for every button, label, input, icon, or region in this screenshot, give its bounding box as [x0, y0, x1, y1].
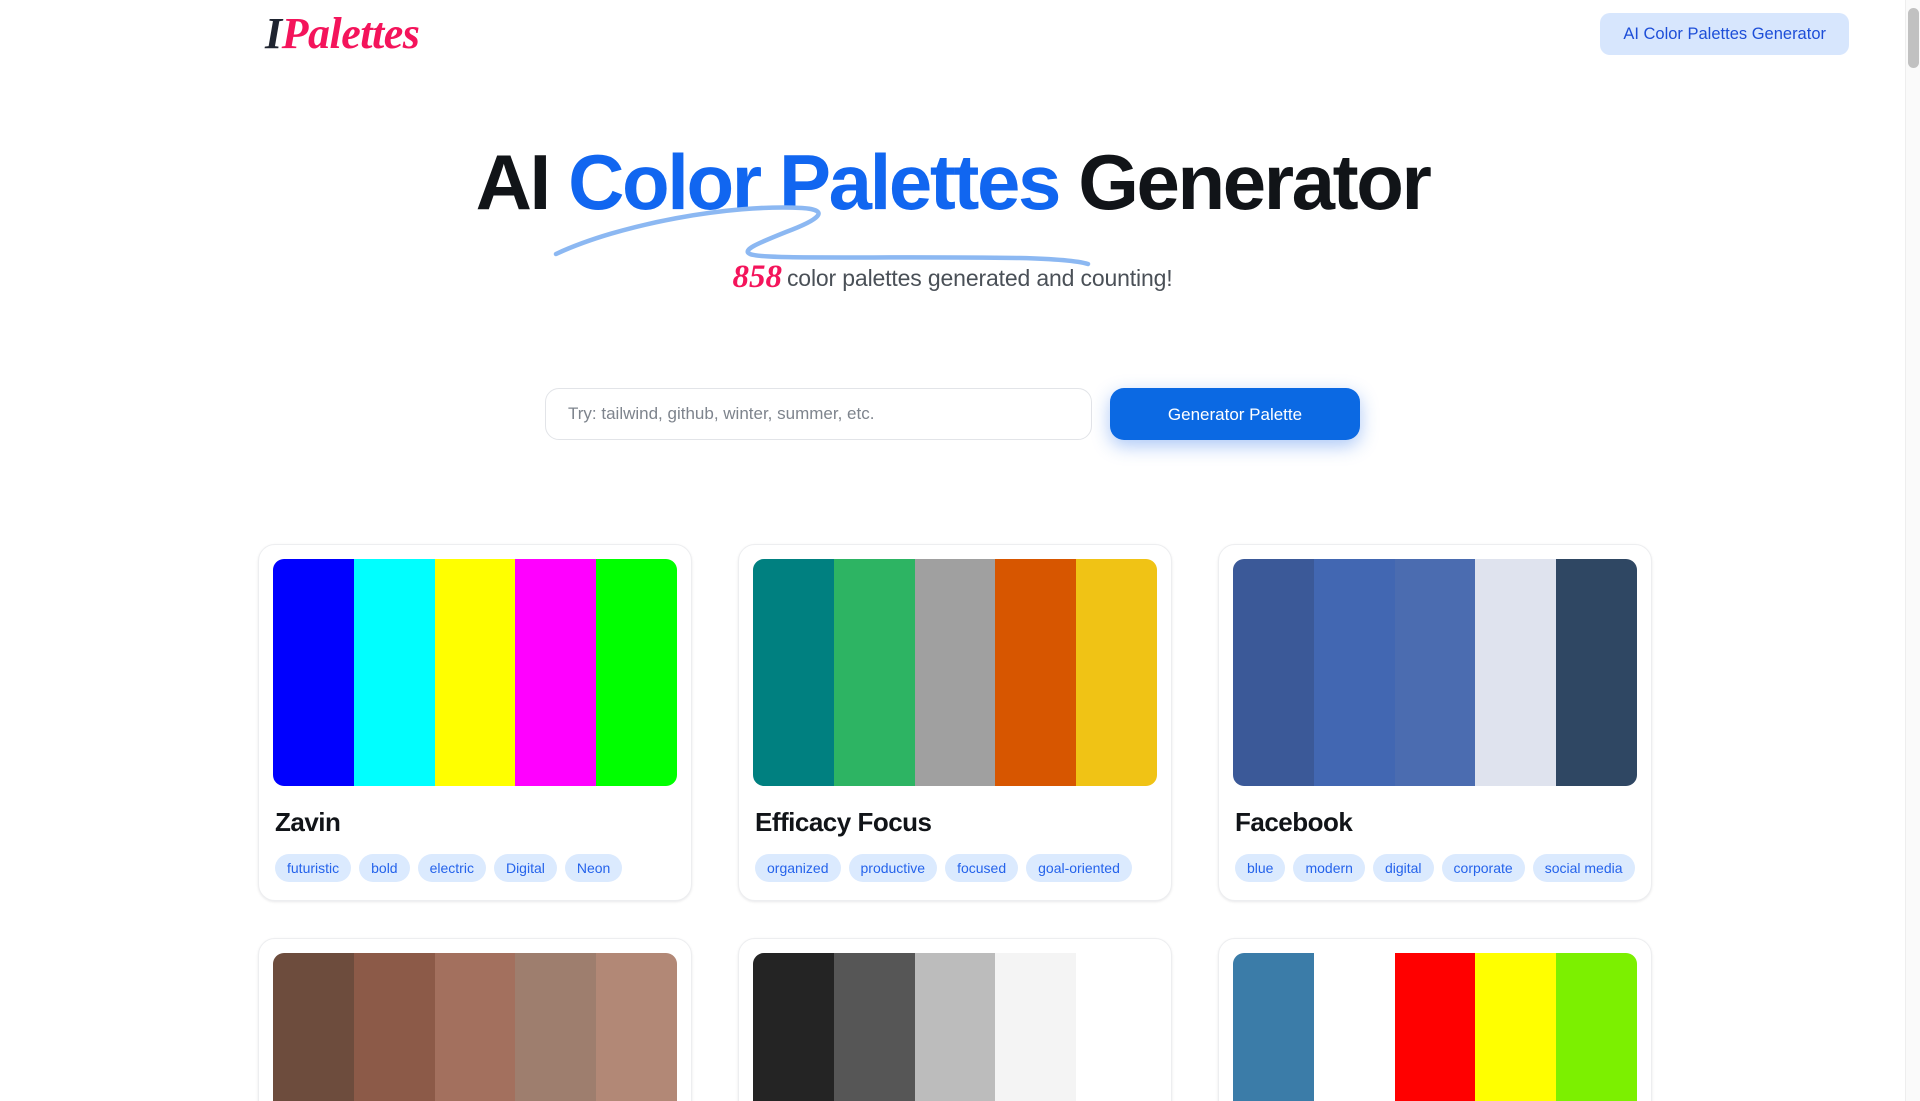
color-swatch[interactable] [273, 559, 354, 786]
palette-name: Zavin [275, 807, 341, 837]
hero-section: AI Color Palettes Generator 858 color pal… [0, 141, 1905, 298]
palette-tag[interactable]: Neon [564, 853, 623, 882]
palette-swatch-strip [1233, 559, 1637, 786]
palette-tag[interactable]: digital [1372, 853, 1434, 882]
color-swatch[interactable] [434, 952, 516, 1101]
color-swatch[interactable] [833, 952, 915, 1101]
palette-tag[interactable]: productive [848, 853, 938, 882]
color-swatch[interactable] [596, 559, 677, 786]
color-swatch[interactable] [1313, 952, 1395, 1101]
color-swatch[interactable] [1076, 952, 1157, 1101]
palette-tag[interactable]: Digital [493, 853, 557, 882]
palette-tag[interactable]: futuristic [275, 853, 352, 882]
palette-swatch-strip [753, 952, 1157, 1101]
color-swatch[interactable] [353, 559, 435, 786]
search-input[interactable] [545, 388, 1092, 440]
color-swatch[interactable] [273, 952, 354, 1101]
color-swatch[interactable] [353, 952, 435, 1101]
color-swatch[interactable] [1313, 559, 1395, 786]
palette-tag-row: organized productive focused goal-oriented [753, 853, 1157, 882]
title-part-two: Generator [1058, 138, 1432, 226]
palette-tag[interactable]: goal-oriented [1026, 853, 1132, 882]
palette-count-text: color palettes generated and counting! [786, 265, 1173, 292]
site-logo[interactable]: I Palettes [265, 9, 420, 58]
search-row: Generator Palette [0, 388, 1905, 440]
palette-tag[interactable]: focused [945, 853, 1019, 882]
color-swatch[interactable] [1556, 952, 1637, 1101]
palette-tag-row: futuristic bold electric Digital Neon [273, 853, 677, 882]
palette-swatch-strip [1233, 952, 1637, 1101]
color-swatch[interactable] [753, 559, 834, 786]
palette-card[interactable] [1218, 937, 1652, 1101]
title-accent: Color Palettes [568, 138, 1061, 226]
palette-tag[interactable]: electric [417, 853, 486, 882]
color-swatch[interactable] [1233, 559, 1314, 786]
header-cta-button[interactable]: AI Color Palettes Generator [1600, 12, 1849, 56]
color-swatch[interactable] [995, 559, 1077, 786]
palette-tag[interactable]: social media [1532, 853, 1635, 882]
palette-card[interactable] [258, 937, 692, 1101]
site-header: I Palettes AI Color Palettes Generator [0, 0, 1905, 68]
palette-card[interactable]: Facebook blue modern digital corporate social… [1218, 544, 1652, 901]
color-swatch[interactable] [1475, 952, 1557, 1101]
color-swatch[interactable] [914, 559, 996, 786]
color-swatch[interactable] [434, 559, 516, 786]
palette-count-number: 858 [732, 259, 782, 296]
palette-tag[interactable]: bold [359, 853, 410, 882]
palette-grid: Zavin futuristic bold electric Digital Neon Ef… [258, 544, 1652, 1101]
color-swatch[interactable] [1394, 559, 1476, 786]
color-swatch[interactable] [1556, 559, 1637, 786]
palette-name: Facebook [1235, 807, 1353, 837]
palette-tag[interactable]: blue [1235, 853, 1286, 882]
color-swatch[interactable] [914, 952, 996, 1101]
palette-tag-row: blue modern digital corporate social media [1233, 853, 1637, 882]
generate-palette-button[interactable]: Generator Palette [1110, 388, 1360, 440]
color-swatch[interactable] [1475, 559, 1557, 786]
palette-tag[interactable]: corporate [1441, 853, 1525, 882]
color-swatch[interactable] [1076, 559, 1157, 786]
palette-swatch-strip [753, 559, 1157, 786]
color-swatch[interactable] [833, 559, 915, 786]
title-part-one: AI [475, 138, 569, 226]
color-swatch[interactable] [596, 952, 677, 1101]
scrollbar-thumb[interactable] [1908, 8, 1919, 68]
color-swatch[interactable] [753, 952, 834, 1101]
palette-name: Efficacy Focus [755, 807, 932, 837]
page-title: AI Color Palettes Generator [476, 141, 1432, 267]
page-scrollbar[interactable] [1905, 0, 1920, 1101]
logo-wordmark: Palettes [281, 9, 420, 58]
color-swatch[interactable] [515, 952, 597, 1101]
palette-tag[interactable]: modern [1293, 853, 1365, 882]
palette-swatch-strip [273, 952, 677, 1101]
palette-swatch-strip [273, 559, 677, 786]
color-swatch[interactable] [1394, 952, 1476, 1101]
palette-count-line: 858 color palettes generated and counting… [0, 258, 1905, 298]
color-swatch[interactable] [1233, 952, 1314, 1101]
page-viewport: I Palettes AI Color Palettes Generator AI… [0, 0, 1920, 1101]
logo-initial: I [265, 9, 282, 58]
palette-card[interactable]: Zavin futuristic bold electric Digital Neon [258, 544, 692, 901]
palette-card[interactable] [738, 937, 1172, 1101]
color-swatch[interactable] [515, 559, 597, 786]
color-swatch[interactable] [995, 952, 1077, 1101]
palette-card[interactable]: Efficacy Focus organized productive focused… [738, 544, 1172, 901]
palette-tag[interactable]: organized [755, 853, 841, 882]
